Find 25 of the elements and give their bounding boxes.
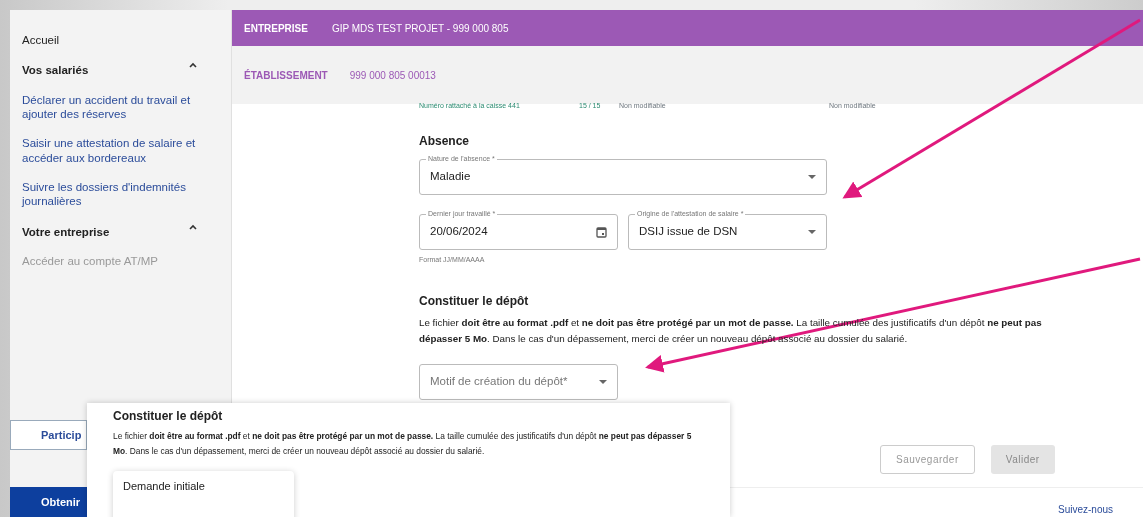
caret-icon[interactable] bbox=[599, 379, 607, 384]
caret-icon[interactable] bbox=[808, 230, 816, 234]
sidebar-button[interactable]: Particip bbox=[10, 420, 87, 450]
section-title: Constituer le dépôt bbox=[419, 292, 530, 310]
company-label: ENTREPRISE bbox=[244, 21, 308, 36]
chevron-up-icon[interactable] bbox=[189, 223, 197, 230]
section-title: Absence bbox=[419, 133, 471, 150]
description-text: Le fichier doit être au format .pdf et ne doit pas être protégé par un mot de passe. La taille cumulée des justificatifs d'un dépôt ne peut pas dépasser 5 Mo. Dans le cas d'un dépassement, merci de créer un nouveau dépôt associé au dossier du salarié. bbox=[113, 430, 693, 458]
section-title: Constituer le dépôt bbox=[113, 408, 224, 425]
company-name: GIP MDS TEST PROJET - 999 000 805 bbox=[331, 21, 509, 36]
nav-link[interactable]: Déclarer un accident du travail et ajouter des réserves bbox=[22, 92, 219, 122]
select-field[interactable]: Motif de création du dépôt* bbox=[419, 363, 618, 400]
caret-icon[interactable] bbox=[808, 175, 816, 179]
nav-link[interactable]: Accueil bbox=[22, 32, 219, 50]
menu-item[interactable]: Demande initiale bbox=[113, 471, 294, 502]
chevron-up-icon[interactable] bbox=[189, 62, 197, 69]
nav-link[interactable]: Saisir une attestation de salaire et accéder aux bordereaux bbox=[22, 136, 219, 165]
establishment-label: ÉTABLISSEMENT bbox=[244, 68, 328, 83]
nav-link[interactable]: Suivre les dossiers d'indemnités journalières bbox=[22, 180, 219, 209]
sidebar-button[interactable]: Obtenir bbox=[10, 487, 87, 517]
establishment-number: 999 000 805 00013 bbox=[349, 68, 436, 83]
section-heading[interactable]: Vos salariés bbox=[22, 62, 89, 80]
calendar-icon[interactable] bbox=[596, 226, 607, 238]
footer-link[interactable]: Suivez-nous bbox=[1057, 502, 1113, 517]
section-heading[interactable]: Votre entreprise bbox=[22, 223, 110, 241]
